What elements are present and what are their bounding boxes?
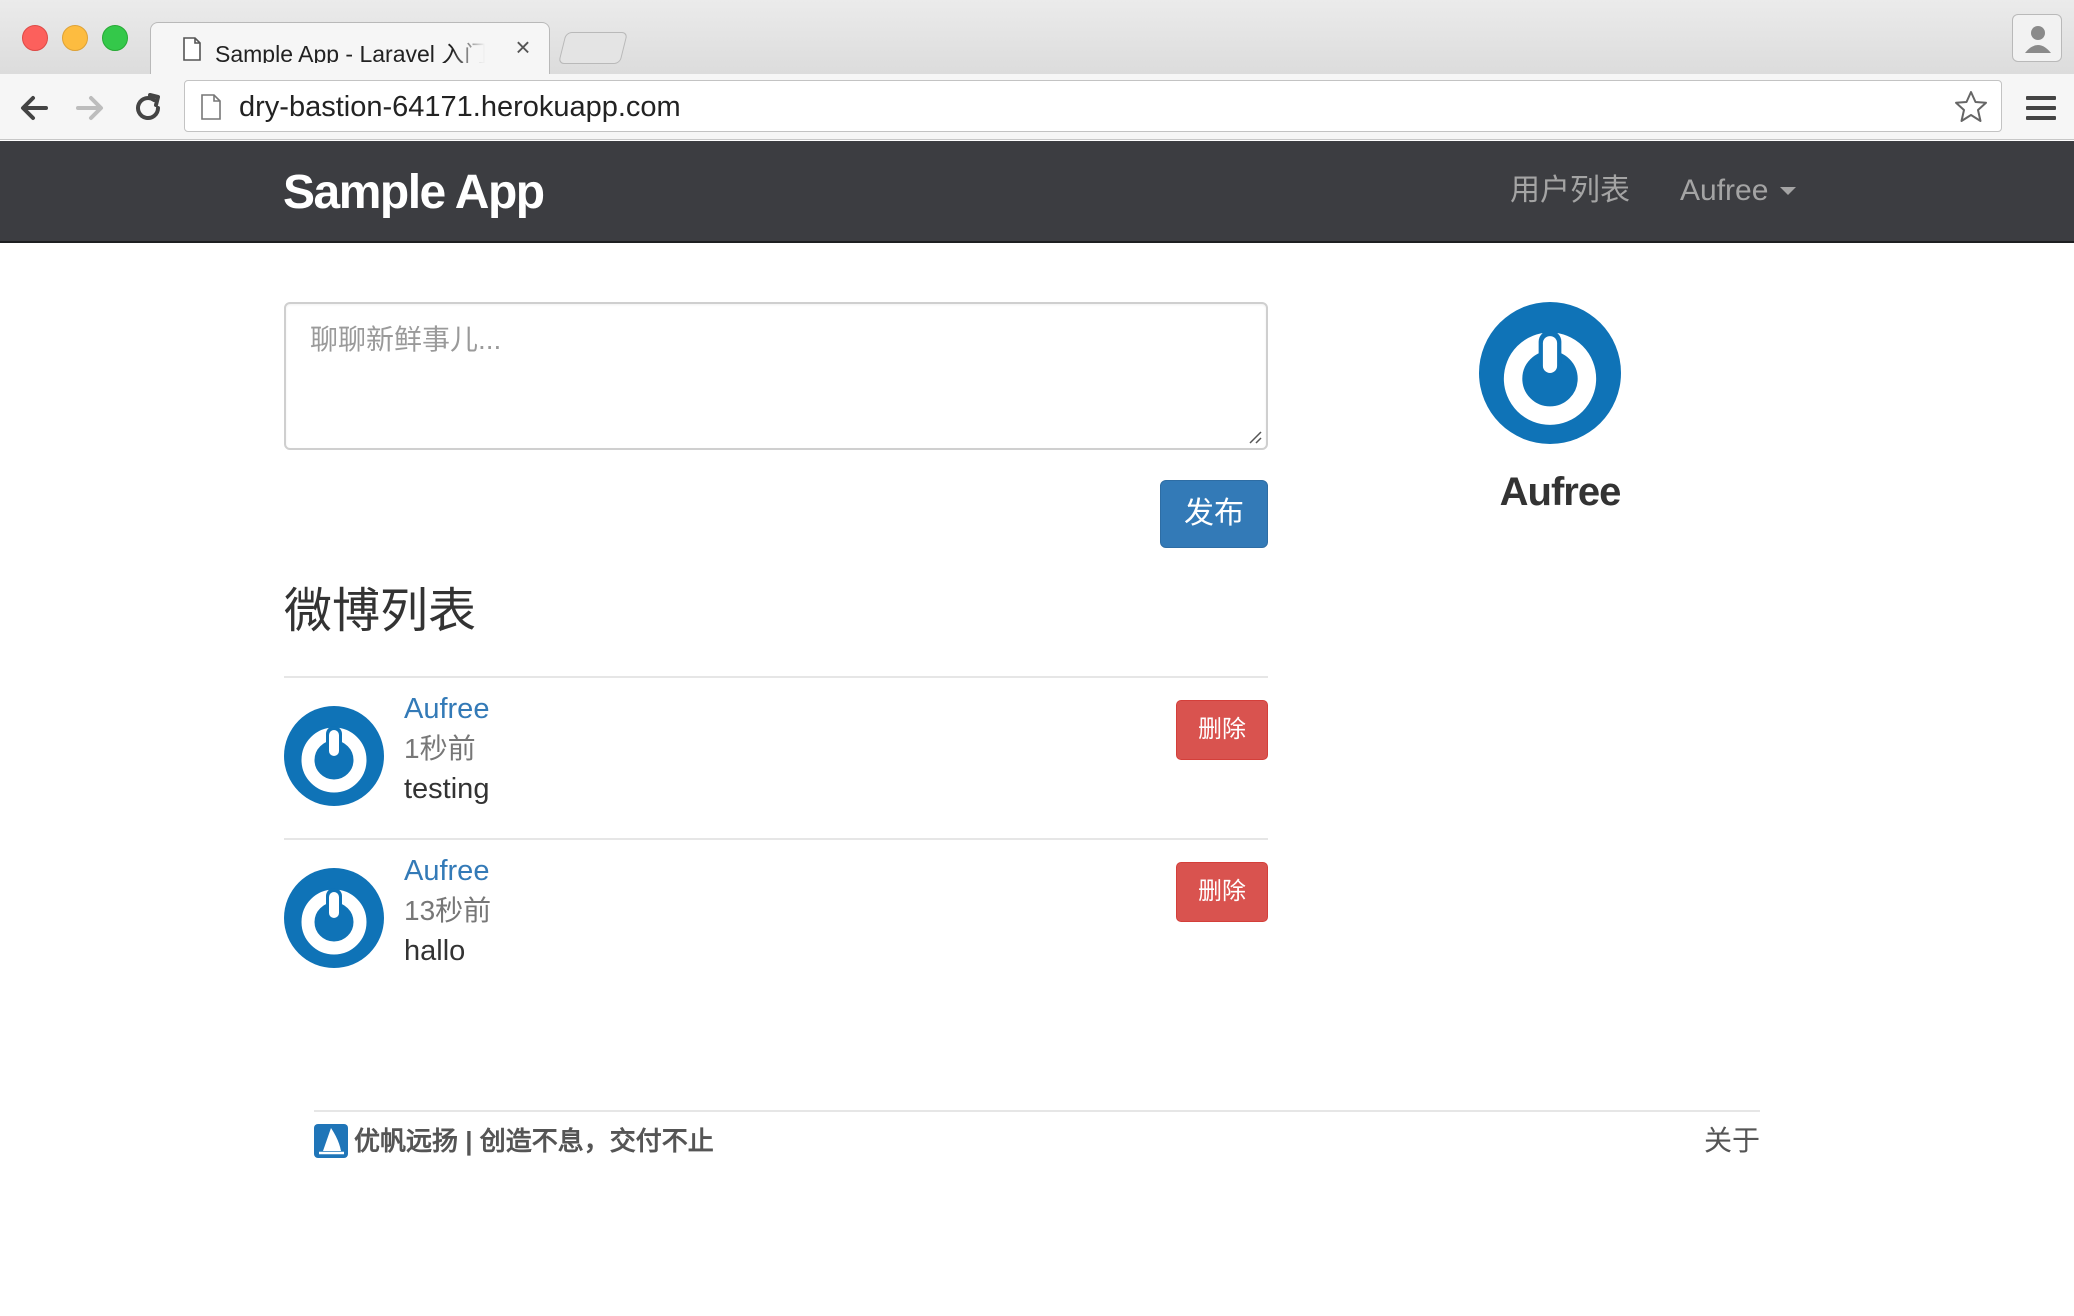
browser-tab[interactable]: Sample App - Laravel 入门教程 × — [150, 22, 550, 74]
brand-link[interactable]: Sample App — [283, 167, 545, 219]
footer-about-link[interactable]: 关于 — [1700, 1124, 1760, 1158]
sailboat-logo-icon — [314, 1124, 348, 1158]
person-icon — [2025, 26, 2051, 53]
forward-arrow-icon[interactable] — [70, 88, 110, 128]
status-timestamp: 1秒前 — [404, 733, 476, 764]
footer-divider — [314, 1110, 1760, 1112]
resize-handle-icon[interactable] — [1246, 428, 1262, 444]
user-avatar[interactable] — [284, 868, 384, 968]
profile-name: Aufree — [1499, 470, 1622, 514]
window-zoom-button[interactable] — [102, 25, 128, 51]
new-tab-button[interactable] — [558, 32, 628, 64]
user-dropdown-label: Aufree — [1680, 174, 1769, 207]
browser-titlebar: Sample App - Laravel 入门教程 × — [0, 0, 2074, 74]
app-navbar: Sample App 用户列表 Aufree — [0, 141, 2074, 243]
tab-close-icon[interactable]: × — [509, 32, 537, 62]
status-content: hallo — [404, 935, 466, 967]
status-item: Aufree 1秒前 testing 删除 — [284, 678, 1268, 838]
bookmark-star-icon[interactable] — [1953, 89, 1989, 125]
back-arrow-icon[interactable] — [14, 88, 54, 128]
reload-icon[interactable] — [128, 88, 168, 128]
status-timestamp: 13秒前 — [404, 895, 492, 926]
delete-status-button[interactable]: 删除 — [1176, 700, 1268, 760]
delete-status-button[interactable]: 删除 — [1176, 862, 1268, 922]
browser-profile-button[interactable] — [2012, 14, 2062, 62]
nav-users-link[interactable]: 用户列表 — [1510, 173, 1630, 209]
feed-title: 微博列表 — [284, 585, 477, 638]
user-dropdown-toggle[interactable]: Aufree — [1680, 173, 1797, 209]
status-content: testing — [404, 773, 490, 805]
profile-avatar[interactable] — [1479, 302, 1621, 444]
user-avatar[interactable] — [284, 706, 384, 806]
tab-title: Sample App - Laravel 入门教程 — [215, 41, 485, 63]
hamburger-menu-icon[interactable] — [2024, 92, 2058, 124]
page-icon — [183, 37, 201, 61]
status-textarea[interactable]: 聊聊新鲜事儿... — [284, 302, 1268, 450]
address-bar[interactable]: dry-bastion-64171.herokuapp.com — [184, 80, 2002, 132]
page-icon — [201, 94, 221, 120]
address-url: dry-bastion-64171.herokuapp.com — [239, 91, 681, 123]
status-textarea-placeholder: 聊聊新鲜事儿... — [310, 324, 502, 355]
footer-slogan: 优帆远扬 | 创造不息，交付不止 — [354, 1126, 714, 1156]
publish-button[interactable]: 发布 — [1160, 480, 1268, 548]
browser-toolbar: dry-bastion-64171.herokuapp.com — [0, 74, 2074, 140]
window-close-button[interactable] — [22, 25, 48, 51]
status-item: Aufree 13秒前 hallo 删除 — [284, 840, 1268, 1000]
caret-down-icon — [1780, 187, 1797, 195]
status-author-link[interactable]: Aufree — [404, 854, 489, 888]
window-minimize-button[interactable] — [62, 25, 88, 51]
status-author-link[interactable]: Aufree — [404, 692, 489, 726]
